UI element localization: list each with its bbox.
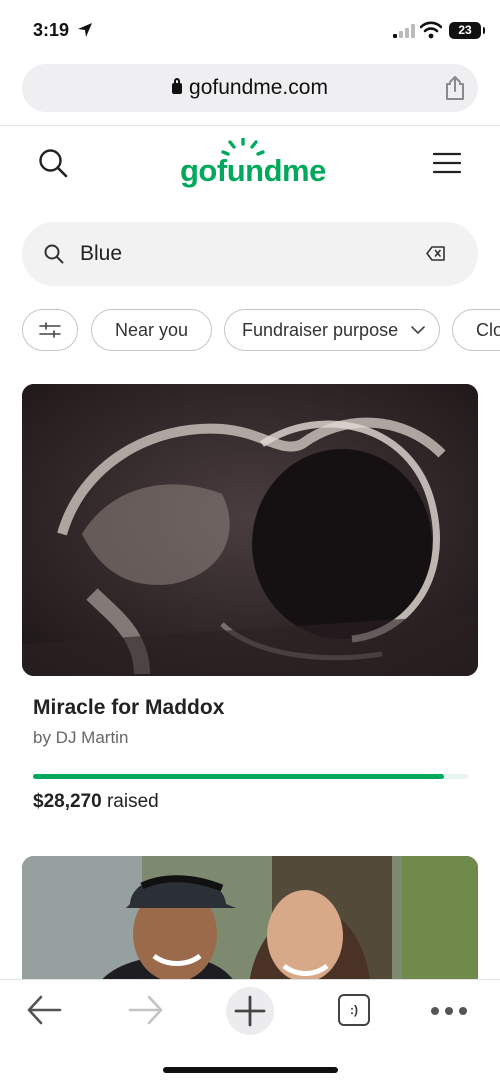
forward-arrow-icon[interactable] — [128, 994, 164, 1026]
battery-icon: 23 — [449, 22, 485, 39]
fundraiser-progress-fill — [33, 774, 445, 779]
wifi-icon — [420, 21, 442, 39]
fundraiser-amount: $28,270 — [33, 791, 102, 812]
chevron-down-icon — [411, 326, 425, 334]
fundraiser-progress-bar — [33, 774, 468, 779]
url-text: gofundme.com — [189, 76, 328, 99]
search-icon[interactable] — [38, 148, 68, 178]
fundraiser-image-ultrasound[interactable] — [22, 384, 478, 676]
fundraiser-image-couple[interactable] — [22, 856, 478, 996]
fundraiser-raised: $28,270 raised — [33, 791, 159, 813]
signal-icon — [393, 24, 415, 38]
fundraiser-purpose-chip[interactable]: Fundraiser purpose — [224, 309, 440, 351]
back-arrow-icon[interactable] — [26, 994, 62, 1026]
menu-icon[interactable] — [433, 152, 461, 174]
home-indicator — [163, 1067, 338, 1073]
search-icon — [44, 244, 64, 264]
filter-sliders-icon — [39, 322, 61, 338]
raised-label: raised — [101, 791, 159, 812]
clear-input-icon[interactable] — [426, 246, 446, 261]
fundraiser-title[interactable]: Miracle for Maddox — [33, 696, 224, 720]
address-bar[interactable]: gofundme.com — [22, 64, 478, 112]
tabs-icon[interactable]: :) — [338, 994, 370, 1026]
gofundme-logo[interactable]: gofundme — [178, 138, 326, 190]
lock-icon — [172, 78, 183, 94]
search-input[interactable]: Blue — [80, 242, 122, 266]
browser-divider — [0, 125, 500, 126]
battery-level: 23 — [458, 23, 472, 37]
status-time: 3:19 — [33, 20, 70, 40]
filter-button[interactable] — [22, 309, 78, 351]
new-tab-button[interactable] — [226, 987, 274, 1035]
new-tab-plus-icon — [234, 995, 266, 1027]
url-display[interactable]: gofundme.com — [22, 76, 478, 100]
share-icon[interactable] — [444, 75, 466, 101]
fundraiser-purpose-label: Fundraiser purpose — [242, 320, 399, 340]
more-icon[interactable] — [430, 1006, 468, 1016]
fundraiser-author: by DJ Martin — [33, 728, 129, 747]
status-bar: 3:19 23 — [0, 0, 500, 60]
filter-chips: Near you Fundraiser purpose Clo — [22, 309, 500, 351]
close-to-goal-chip[interactable]: Clo — [452, 309, 500, 351]
search-field[interactable]: Blue — [22, 222, 478, 286]
couple-photo — [22, 856, 478, 996]
logo-text: gofundme — [180, 153, 326, 188]
near-you-chip[interactable]: Near you — [91, 309, 212, 351]
location-arrow-icon — [78, 23, 92, 37]
ultrasound-image — [22, 384, 478, 676]
